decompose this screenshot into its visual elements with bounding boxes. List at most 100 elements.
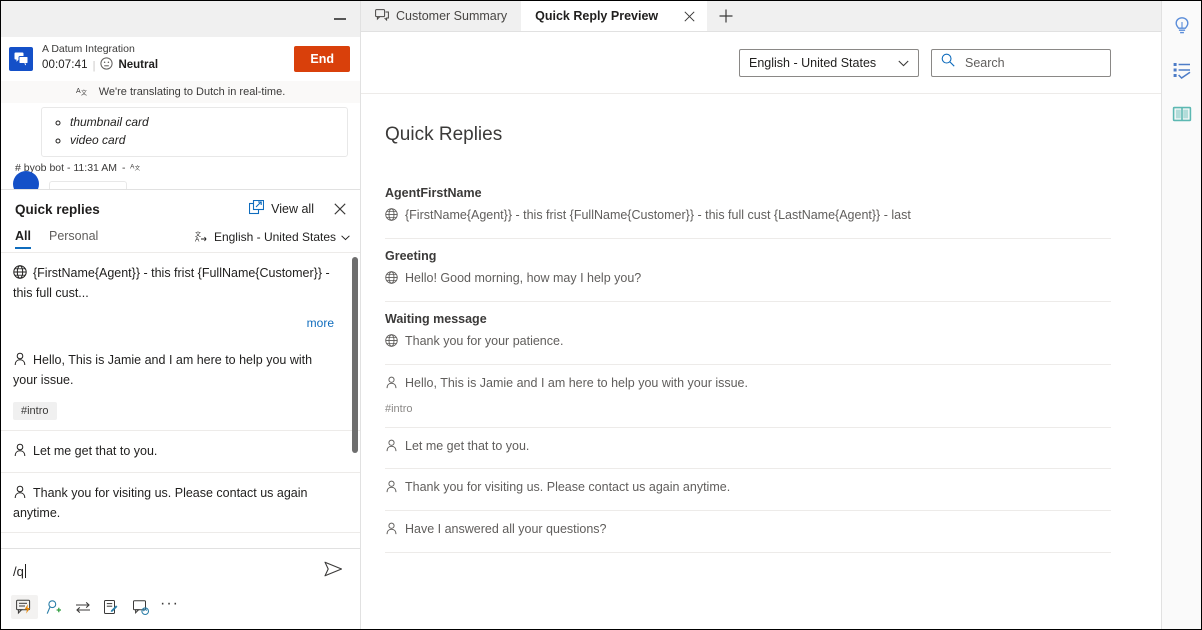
close-icon[interactable] [679,6,699,26]
view-all-button[interactable]: View all [249,200,314,218]
translation-notice: A 文 We're translating to Dutch in real-t… [1,81,360,103]
svg-text:文: 文 [135,164,141,172]
search-icon [941,53,955,72]
conversation-icon [375,9,389,24]
conversation-panel: A Datum Integration 00:07:41 | Neutral [1,1,361,629]
item-text: Hello, This is Jamie and I am here to he… [405,375,748,392]
translation-text: We're translating to Dutch in real-time. [99,86,286,98]
bot-card-item: video card [70,131,337,149]
end-conversation-button[interactable]: End [294,46,350,72]
globe-icon [385,207,398,226]
language-dropdown-value: English - United States [749,56,898,70]
agenda-checklist-icon[interactable] [1167,55,1197,85]
close-icon[interactable] [330,199,350,219]
svg-text:A: A [195,236,200,242]
add-tab-button[interactable] [707,1,745,31]
minimize-icon [334,18,346,20]
globe-icon [13,265,27,284]
quick-replies-list[interactable]: {FirstName{Agent}} - this frist {FullNam… [1,253,360,548]
add-agent-icon[interactable] [40,595,67,619]
quick-replies-tabs: All Personal 文 A English - United States [1,226,360,253]
quick-reply-body: Let me get that to you. [33,444,157,458]
quick-replies-title: Quick replies [15,202,249,217]
list-item[interactable]: {FirstName{Agent}} - this frist {FullNam… [1,253,360,340]
search-box[interactable] [931,49,1111,77]
item-text: Thank you for visiting us. Please contac… [405,479,730,496]
sentiment-label: Neutral [118,59,158,72]
item-body: Thank you for your patience. [385,333,1111,352]
language-dropdown[interactable]: English - United States [739,49,919,77]
transfer-icon[interactable] [69,595,96,619]
productivity-rail [1161,1,1201,629]
quick-reply-body: Thank you for visiting us. Please contac… [13,486,307,520]
list-item[interactable]: Greeting Hello! Good morning, how ma [385,239,1111,302]
message-bubble-partial [49,181,127,189]
quick-reply-text: Hello, This is Jamie and I am here to he… [13,351,334,389]
session-title: A Datum Integration [42,43,294,55]
message-input[interactable]: /q [13,564,320,579]
tab-all[interactable]: All [15,230,31,248]
item-text: Thank you for your patience. [405,333,563,350]
list-item[interactable]: AgentFirstName {FirstName{Agent}} - [385,176,1111,239]
globe-icon [385,333,398,352]
person-icon [385,479,398,498]
quick-replies-header: Quick replies View all [1,190,360,226]
preview-body: Quick Replies AgentFirstName [361,94,1161,629]
text-caret [25,564,26,578]
session-header: A Datum Integration 00:07:41 | Neutral [1,37,360,81]
item-body: Thank you for visiting us. Please contac… [385,479,1111,498]
quick-reply-body: {FirstName{Agent}} - this frist {FullNam… [13,266,330,300]
send-button[interactable] [320,560,346,582]
send-icon [324,561,343,582]
neutral-face-icon [100,57,113,74]
message-composer: /q [1,548,360,629]
language-selector[interactable]: 文 A English - United States [195,230,350,249]
chat-app-icon [9,47,33,71]
list-item[interactable]: Thank you for visiting us. Please contac… [385,469,1111,511]
list-item[interactable]: Have I answered all your questions? [385,511,1111,553]
tab-quick-reply-preview[interactable]: Quick Reply Preview [521,1,707,31]
person-icon [13,352,27,371]
quick-replies-icon[interactable] [11,595,38,619]
list-item[interactable]: Thank you for visiting us. Please contac… [1,473,360,533]
item-title: Greeting [385,249,1111,263]
quick-reply-tag: #intro [13,402,57,420]
quick-replies-scrollbar[interactable] [352,257,358,453]
list-item[interactable]: Hello, This is Jamie and I am here to he… [385,365,1111,428]
view-all-label: View all [271,202,314,216]
person-icon [385,521,398,540]
item-body: Hello, This is Jamie and I am here to he… [385,375,1111,394]
item-body: {FirstName{Agent}} - this frist {FullNam… [385,207,1111,226]
item-text: Let me get that to you. [405,438,529,455]
search-input[interactable] [963,55,1101,71]
bot-message-meta: # byob bot - 11:31 AM - A 文 [13,161,348,175]
session-divider: | [93,60,96,73]
more-link[interactable]: more [13,316,334,330]
app-window: A Datum Integration 00:07:41 | Neutral [0,0,1202,630]
composer-toolbar: ··· [1,592,360,629]
tab-personal[interactable]: Personal [49,230,98,248]
session-meta: A Datum Integration 00:07:41 | Neutral [42,43,294,74]
item-title: Waiting message [385,312,1111,326]
tab-label: Quick Reply Preview [535,9,658,23]
chevron-down-icon [898,56,909,70]
knowledge-book-icon[interactable] [1167,99,1197,129]
composer-input-row: /q [1,549,360,592]
preview-toolbar: English - United States [361,32,1161,94]
list-item[interactable]: Waiting message Thank you for your p [385,302,1111,365]
more-options-button[interactable]: ··· [156,595,183,619]
language-icon: 文 A [195,230,209,245]
list-item[interactable]: Let me get that to you. [385,428,1111,470]
quick-replies-flyout: Quick replies View all [1,189,360,629]
consult-icon[interactable] [127,595,154,619]
window-titlebar [1,1,360,37]
notes-icon[interactable] [98,595,125,619]
bot-card-list: thumbnail card video card [52,113,337,149]
tab-customer-summary[interactable]: Customer Summary [361,1,521,31]
item-text: Hello! Good morning, how may I help you? [405,270,641,287]
minimize-button[interactable] [320,4,360,34]
bot-meta-dash: - [122,162,126,174]
list-item[interactable]: Let me get that to you. [1,431,360,473]
list-item[interactable]: Hello, This is Jamie and I am here to he… [1,340,360,430]
lightbulb-icon[interactable] [1167,11,1197,41]
